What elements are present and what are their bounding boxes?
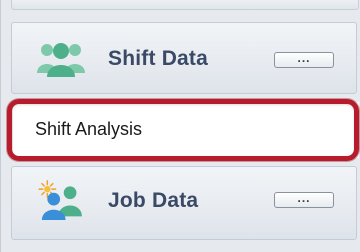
section-job-data[interactable]: Job Data ... <box>11 166 357 240</box>
section-menu-button[interactable]: ... <box>274 52 334 68</box>
list-item-label[interactable]: Shift Analysis <box>35 119 142 140</box>
people-group-icon <box>37 43 85 77</box>
collapsed-section-edge <box>11 0 359 10</box>
ellipsis-icon: ... <box>297 50 311 65</box>
ellipsis-icon: ... <box>297 190 311 205</box>
people-sun-icon <box>38 180 82 220</box>
section-menu-button[interactable]: ... <box>274 192 334 208</box>
section-title: Shift Data <box>108 47 209 70</box>
section-title: Job Data <box>108 189 199 212</box>
navigation-panel: Shift Data ... Shift Analysis Job Data .… <box>0 0 360 252</box>
section-shift-data[interactable]: Shift Data ... <box>11 22 357 94</box>
